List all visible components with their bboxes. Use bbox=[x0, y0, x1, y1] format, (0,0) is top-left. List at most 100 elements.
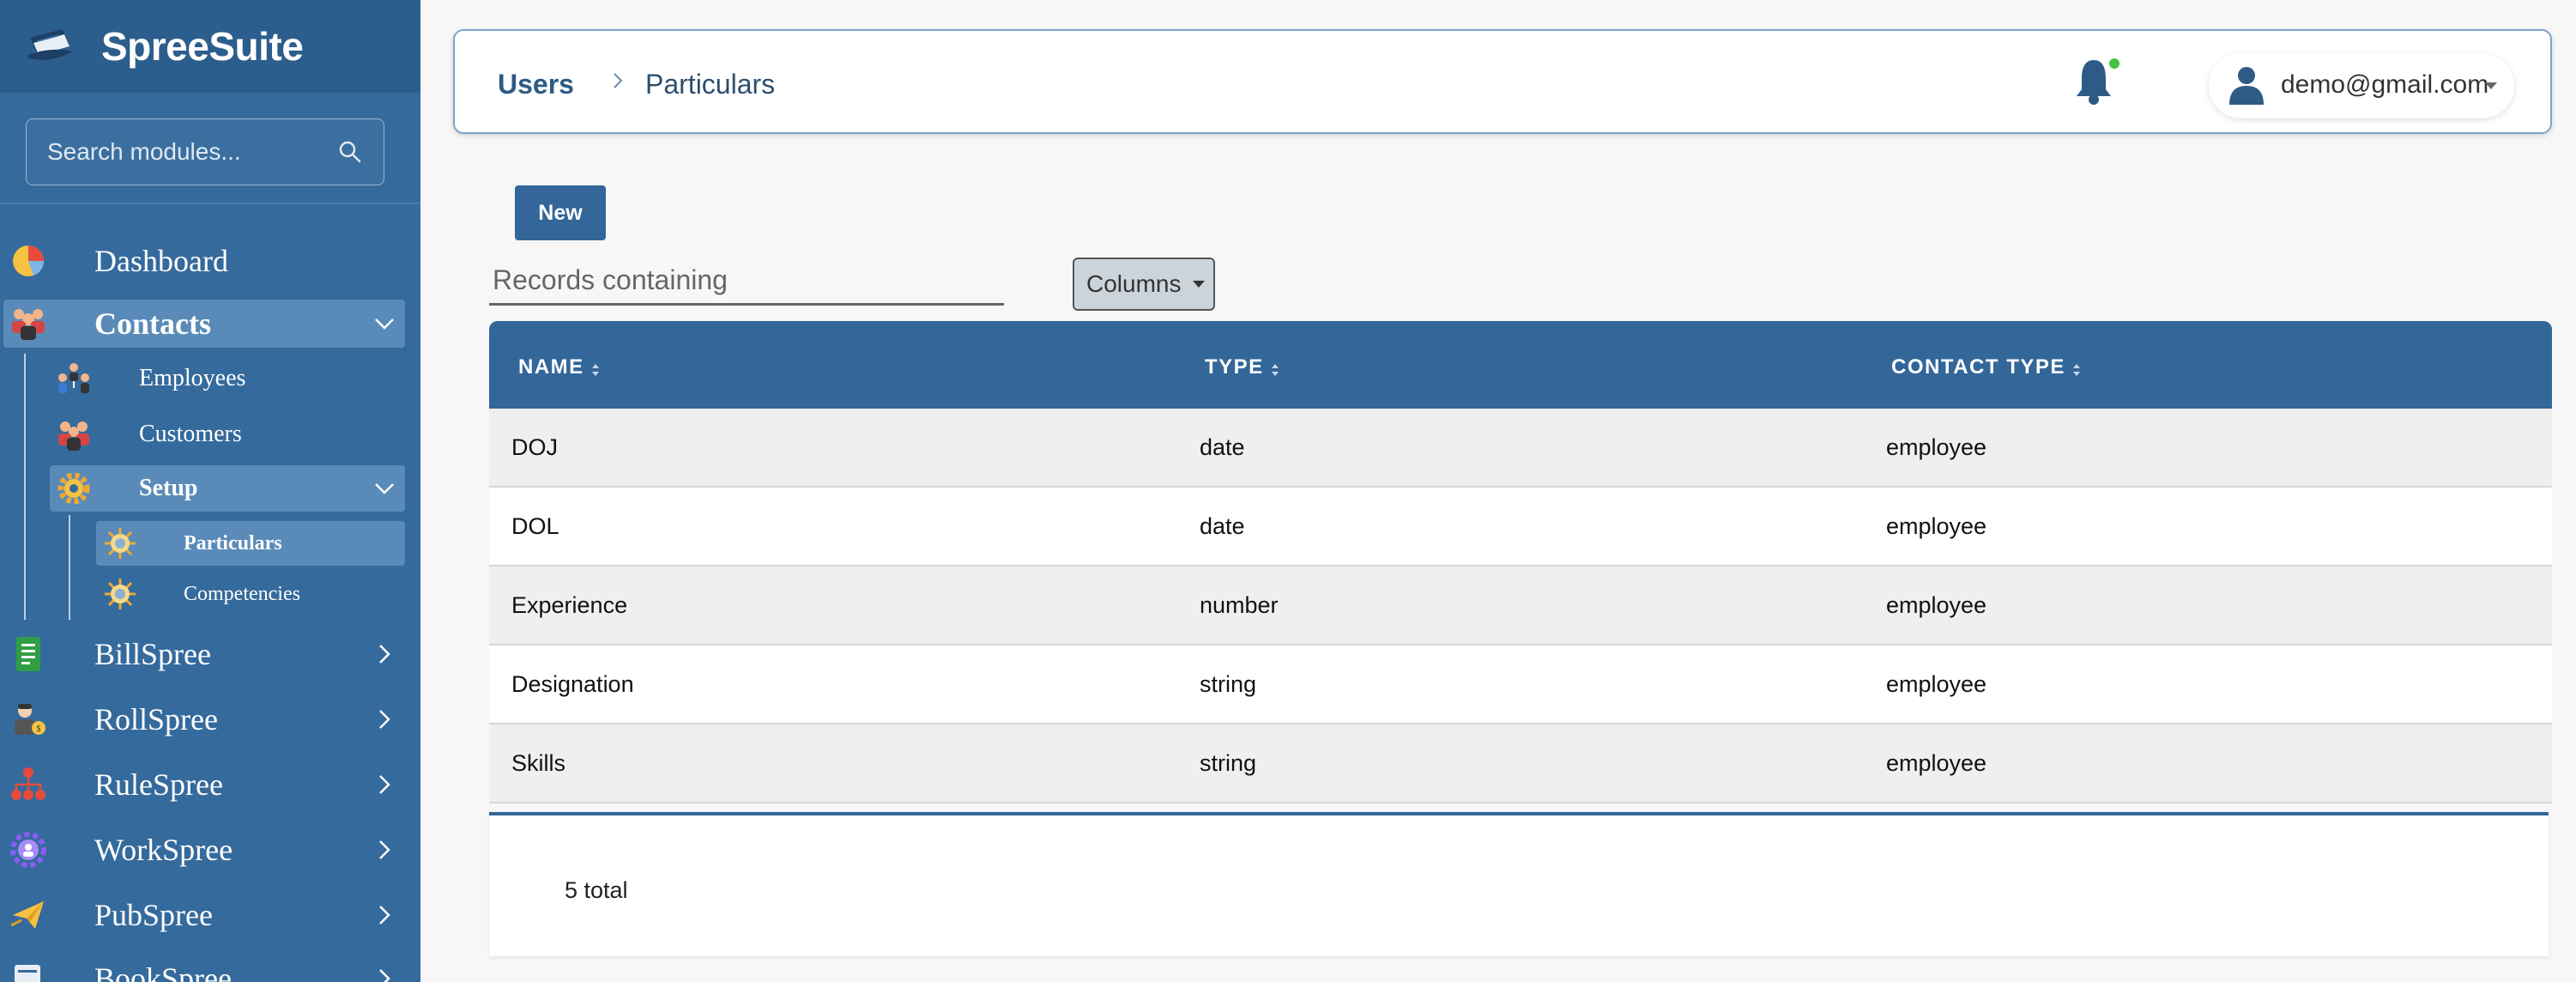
sidebar-item-setup[interactable]: Setup bbox=[0, 465, 420, 512]
sort-icon[interactable] bbox=[2072, 360, 2081, 376]
table-row[interactable]: DOJ date employee bbox=[489, 409, 2552, 488]
sidebar-divider bbox=[0, 203, 420, 204]
chevron-down-icon[interactable] bbox=[372, 312, 396, 336]
column-header-label: CONTACT TYPE bbox=[1891, 355, 2065, 379]
breadcrumb-users[interactable]: Users bbox=[498, 69, 574, 100]
sidebar-item-label: Particulars bbox=[184, 531, 282, 555]
module-search-placeholder: Search modules... bbox=[47, 138, 241, 165]
badge-icon bbox=[101, 575, 139, 613]
caret-down-icon bbox=[1193, 281, 1206, 288]
sidebar: SpreeSuite Search modules... Dashboard C… bbox=[0, 0, 420, 982]
new-button[interactable]: New bbox=[515, 185, 606, 240]
records-search-input[interactable]: Records containing bbox=[489, 261, 1004, 306]
cell-type: date bbox=[1200, 513, 1245, 539]
cell-contact-type: employee bbox=[1886, 434, 1987, 460]
columns-label: Columns bbox=[1086, 270, 1182, 297]
cell-type: date bbox=[1200, 434, 1245, 460]
table-row[interactable]: Skills string employee bbox=[489, 724, 2552, 803]
gear-icon bbox=[55, 470, 93, 507]
sidebar-item-label: Customers bbox=[139, 421, 242, 447]
people-group-icon bbox=[9, 304, 48, 343]
gear-people-icon bbox=[9, 830, 48, 870]
cell-type: number bbox=[1200, 592, 1279, 618]
cell-name: Designation bbox=[511, 671, 634, 697]
sidebar-item-bookspree[interactable]: BookSpree bbox=[0, 955, 420, 982]
sidebar-item-label: Dashboard bbox=[94, 244, 228, 278]
sidebar-item-pubspree[interactable]: PubSpree bbox=[0, 891, 420, 939]
sidebar-item-label: PubSpree bbox=[94, 898, 213, 932]
sidebar-item-label: BillSpree bbox=[94, 637, 211, 671]
paper-plane-icon bbox=[9, 895, 48, 935]
chevron-right-icon[interactable] bbox=[372, 838, 396, 862]
cell-name: Skills bbox=[511, 750, 566, 776]
sidebar-item-rollspree[interactable]: $ RollSpree bbox=[0, 695, 420, 743]
document-icon bbox=[9, 634, 48, 674]
brand[interactable]: SpreeSuite bbox=[0, 0, 420, 93]
cell-type: string bbox=[1200, 671, 1257, 697]
table-row[interactable]: Designation string employee bbox=[489, 646, 2552, 724]
app-name: SpreeSuite bbox=[101, 24, 304, 69]
total-count: 5 total bbox=[565, 877, 628, 903]
column-header-label: TYPE bbox=[1205, 355, 1264, 379]
cell-contact-type: employee bbox=[1886, 671, 1987, 697]
sidebar-item-dashboard[interactable]: Dashboard bbox=[0, 237, 420, 285]
notification-bell-icon[interactable] bbox=[2071, 55, 2123, 110]
sidebar-item-competencies[interactable]: Competencies bbox=[0, 573, 420, 615]
records-search-placeholder: Records containing bbox=[493, 264, 728, 295]
user-email: demo@gmail.com bbox=[2281, 70, 2489, 99]
sidebar-item-label: Contacts bbox=[94, 306, 211, 341]
chevron-right-icon[interactable] bbox=[372, 707, 396, 731]
user-menu[interactable]: demo@gmail.com bbox=[2209, 53, 2514, 118]
cell-type: string bbox=[1200, 750, 1257, 776]
user-avatar-icon bbox=[2228, 65, 2265, 106]
spreesuite-logo-icon bbox=[24, 25, 77, 68]
chevron-right-icon[interactable] bbox=[372, 967, 396, 982]
particulars-table: NAME TYPE CONTACT TYPE DOJ date employee… bbox=[489, 321, 2552, 803]
cell-contact-type: employee bbox=[1886, 513, 1987, 539]
chevron-right-icon[interactable] bbox=[372, 903, 396, 927]
sidebar-item-customers[interactable]: Customers bbox=[0, 413, 420, 456]
sidebar-item-rulespree[interactable]: RuleSpree bbox=[0, 761, 420, 809]
top-header: Users Particulars demo@gmail.com bbox=[453, 29, 2552, 134]
hierarchy-icon bbox=[9, 765, 48, 804]
columns-dropdown-button[interactable]: Columns bbox=[1073, 258, 1215, 311]
sidebar-item-contacts[interactable]: Contacts bbox=[0, 300, 420, 348]
table-header: NAME TYPE CONTACT TYPE bbox=[489, 321, 2552, 409]
sidebar-item-particulars[interactable]: Particulars bbox=[0, 521, 420, 566]
sidebar-item-label: Competencies bbox=[184, 582, 300, 605]
sidebar-item-workspree[interactable]: WorkSpree bbox=[0, 826, 420, 874]
sidebar-item-label: Setup bbox=[139, 475, 198, 501]
sidebar-item-label: BookSpree bbox=[94, 961, 232, 982]
module-search-input[interactable]: Search modules... bbox=[26, 118, 384, 185]
badge-icon bbox=[101, 524, 139, 562]
table-row[interactable]: Experience number employee bbox=[489, 567, 2552, 646]
cell-contact-type: employee bbox=[1886, 592, 1987, 618]
worker-icon: $ bbox=[9, 700, 48, 739]
search-icon[interactable] bbox=[337, 139, 363, 165]
sidebar-item-label: RollSpree bbox=[94, 702, 218, 736]
cell-contact-type: employee bbox=[1886, 750, 1987, 776]
sidebar-item-label: RuleSpree bbox=[94, 767, 223, 802]
table-row[interactable]: DOL date employee bbox=[489, 488, 2552, 567]
sidebar-item-employees[interactable]: Employees bbox=[0, 357, 420, 400]
sidebar-item-label: WorkSpree bbox=[94, 833, 233, 867]
column-header-label: NAME bbox=[518, 355, 584, 379]
column-header-name[interactable]: NAME bbox=[518, 355, 600, 379]
pie-chart-icon bbox=[9, 241, 48, 281]
chevron-down-icon[interactable] bbox=[372, 476, 396, 500]
book-icon bbox=[9, 959, 48, 982]
chevron-right-icon[interactable] bbox=[372, 773, 396, 797]
sort-icon[interactable] bbox=[1271, 360, 1279, 376]
sidebar-item-billspree[interactable]: BillSpree bbox=[0, 630, 420, 678]
cell-name: DOJ bbox=[511, 434, 558, 460]
column-header-type[interactable]: TYPE bbox=[1205, 355, 1279, 379]
cell-name: DOL bbox=[511, 513, 559, 539]
sort-icon[interactable] bbox=[591, 360, 600, 376]
chevron-right-icon[interactable] bbox=[372, 642, 396, 666]
customers-icon bbox=[55, 415, 93, 453]
column-header-contact-type[interactable]: CONTACT TYPE bbox=[1891, 355, 2081, 379]
caret-down-icon bbox=[2485, 82, 2497, 89]
table-footer: 5 total bbox=[489, 812, 2549, 956]
breadcrumb-current: Particulars bbox=[645, 69, 776, 100]
cell-name: Experience bbox=[511, 592, 628, 618]
